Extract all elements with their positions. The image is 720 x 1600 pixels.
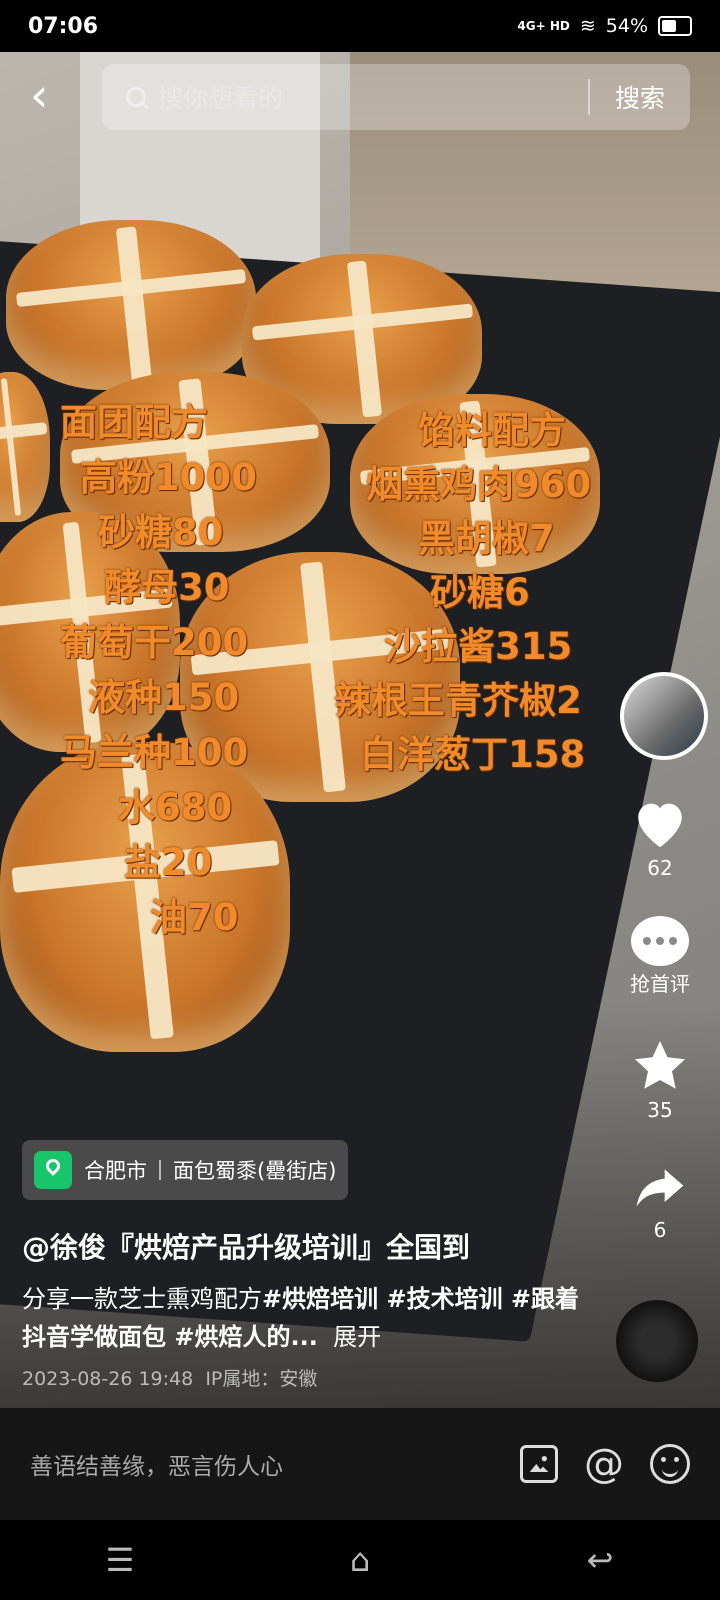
location-tag[interactable]: 合肥市 面包蜀黍(罍街店) [22,1140,349,1200]
favorite-count: 35 [647,1098,673,1122]
bread-bun [6,220,256,390]
post-date: 2023-08-26 19:48 [22,1368,194,1390]
recipe-line: 葡萄干200 [60,621,249,664]
recipe-line: 面团配方 [60,401,208,444]
recipe-line: 水680 [118,786,233,829]
search-button[interactable]: 搜索 [590,79,690,115]
like-count: 62 [647,856,673,880]
recipe-line: 马兰种100 [60,731,249,774]
status-bar: 07:06 4G+ HD ≋ 54% [0,0,720,52]
recipe-line: 砂糖6 [430,571,530,614]
post-description: 分享一款芝士熏鸡配方#烘焙培训 #技术培训 #跟着抖音学做面包 #烘焙人的...… [22,1280,582,1356]
post-meta: 2023-08-26 19:48 IP属地：安徽 [22,1364,317,1391]
recipe-line: 黑胡椒7 [418,517,555,560]
search-input[interactable]: 搜你想看的 [158,79,588,115]
share-button[interactable]: 6 [614,1160,706,1242]
hashtag[interactable]: #烘焙培训 [262,1285,378,1313]
mention-icon[interactable]: @ [584,1444,624,1484]
wifi-icon: ≋ [579,15,596,37]
author-name[interactable]: @徐俊『烘焙产品升级培训』全国到 [22,1226,470,1266]
music-disc[interactable] [616,1300,698,1382]
search-bar[interactable]: 搜你想看的 搜索 [102,64,690,130]
like-button[interactable]: 62 [614,796,706,880]
recipe-line: 白洋葱丁158 [360,733,586,776]
battery-percent: 54% [605,15,648,37]
recipe-line: 高粉1000 [80,456,257,499]
recipe-line: 油70 [150,896,239,939]
author-avatar[interactable] [620,672,708,760]
video-player[interactable]: 面团配方 高粉1000 砂糖80 酵母30 葡萄干200 液种150 马兰种10… [0,52,720,1408]
location-divider [159,1160,161,1180]
recipe-line: 盐20 [124,841,213,884]
recipe-line: 液种150 [88,676,240,719]
expand-link[interactable]: 展开 [333,1323,381,1351]
image-icon[interactable] [520,1445,558,1483]
back-nav-icon[interactable]: ↩ [560,1541,640,1579]
recipe-line: 砂糖80 [98,511,224,554]
status-icons: 4G+ HD ≋ 54% [517,15,692,37]
home-icon[interactable]: ⌂ [320,1541,400,1579]
status-time: 07:06 [28,13,99,39]
location-pin-icon [34,1151,72,1189]
recipe-line: 烟熏鸡肉960 [366,463,592,506]
system-nav-bar: ☰ ⌂ ↩ [0,1520,720,1600]
location-city: 合肥市 [84,1159,147,1183]
menu-icon[interactable]: ☰ [80,1541,160,1579]
recipe-line: 馅料配方 [418,409,566,452]
comment-bar: 善语结善缘，恶言伤人心 @ [0,1408,720,1520]
desc-text: 分享一款芝士熏鸡配方 [22,1285,262,1313]
share-count: 6 [653,1218,667,1242]
star-icon [635,1041,685,1089]
battery-icon [658,16,692,36]
back-icon[interactable]: ‹ [30,72,70,122]
search-icon [126,87,146,107]
comment-button[interactable]: 抢首评 [614,916,706,997]
favorite-button[interactable]: 35 [614,1036,706,1122]
comment-label: 抢首评 [630,972,690,996]
post-ip: IP属地：安徽 [205,1368,318,1390]
hashtag[interactable]: #烘焙人的... [166,1323,317,1351]
location-shop: 面包蜀黍(罍街店) [173,1159,337,1183]
recipe-line: 酵母30 [104,566,230,609]
signal-icon: 4G+ HD [517,19,570,33]
heart-icon [638,803,682,848]
comment-icon [631,916,689,966]
recipe-line: 辣根王青芥椒2 [334,679,582,722]
share-icon [636,1169,684,1207]
hashtag[interactable]: #技术培训 [378,1285,502,1313]
emoji-icon[interactable] [650,1444,690,1484]
comment-input[interactable]: 善语结善缘，恶言伤人心 [30,1447,490,1481]
recipe-line: 沙拉酱315 [384,625,573,668]
